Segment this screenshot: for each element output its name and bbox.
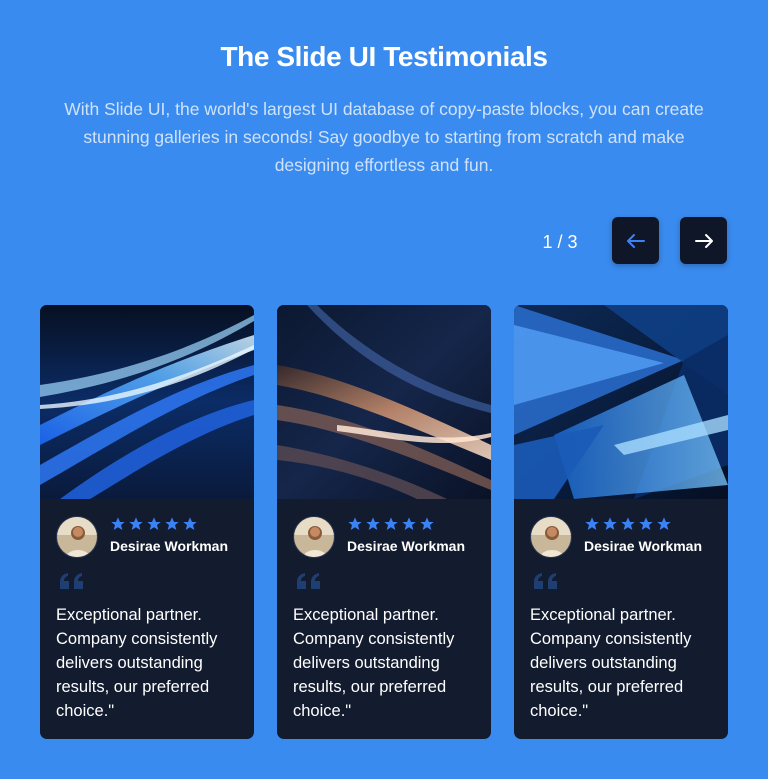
abstract-bronze-streaks-image (277, 305, 491, 499)
testimonials-section: The Slide UI Testimonials With Slide UI,… (0, 0, 768, 779)
avatar (530, 516, 572, 558)
quote-icon (297, 573, 320, 589)
reviewer-name: Desirae Workman (110, 538, 229, 554)
star-icon (165, 517, 179, 530)
testimonial-card: Desirae Workman Exceptional partner. Com… (40, 305, 254, 739)
testimonial-card: Desirae Workman Exceptional partner. Com… (514, 305, 728, 739)
testimonial-quote: Exceptional partner. Company consistentl… (530, 606, 692, 720)
star-icon (402, 517, 416, 530)
star-icon (348, 517, 362, 530)
star-icon (585, 517, 599, 530)
star-icon (657, 517, 671, 530)
star-icon (603, 517, 617, 530)
star-icon (384, 517, 398, 530)
page-title: The Slide UI Testimonials (220, 41, 548, 72)
previous-button[interactable] (612, 217, 659, 264)
star-icon (183, 517, 197, 530)
quote-icon (534, 573, 557, 589)
testimonial-quote: Exceptional partner. Company consistentl… (293, 606, 455, 720)
star-icon (639, 517, 653, 530)
star-rating (584, 516, 672, 532)
arrow-right-icon (694, 233, 713, 248)
star-icon (111, 517, 125, 530)
abstract-blue-streaks-image (40, 305, 254, 499)
next-button[interactable] (680, 217, 727, 264)
reviewer-name: Desirae Workman (347, 538, 466, 554)
avatar (293, 516, 335, 558)
quote-icon (60, 573, 83, 589)
testimonial-quote: Exceptional partner. Company consistentl… (56, 606, 218, 720)
avatar (56, 516, 98, 558)
star-icon (147, 517, 161, 530)
page-indicator: 1 / 3 (542, 232, 578, 252)
arrow-left-icon (626, 233, 645, 248)
star-icon (129, 517, 143, 530)
star-icon (366, 517, 380, 530)
star-icon (420, 517, 434, 530)
page-subtitle: With Slide UI, the world's largest UI da… (64, 99, 704, 175)
testimonial-card: Desirae Workman Exceptional partner. Com… (277, 305, 491, 739)
star-rating (347, 516, 435, 532)
reviewer-name: Desirae Workman (584, 538, 703, 554)
star-rating (110, 516, 198, 532)
star-icon (621, 517, 635, 530)
abstract-blue-shards-image (514, 305, 728, 499)
